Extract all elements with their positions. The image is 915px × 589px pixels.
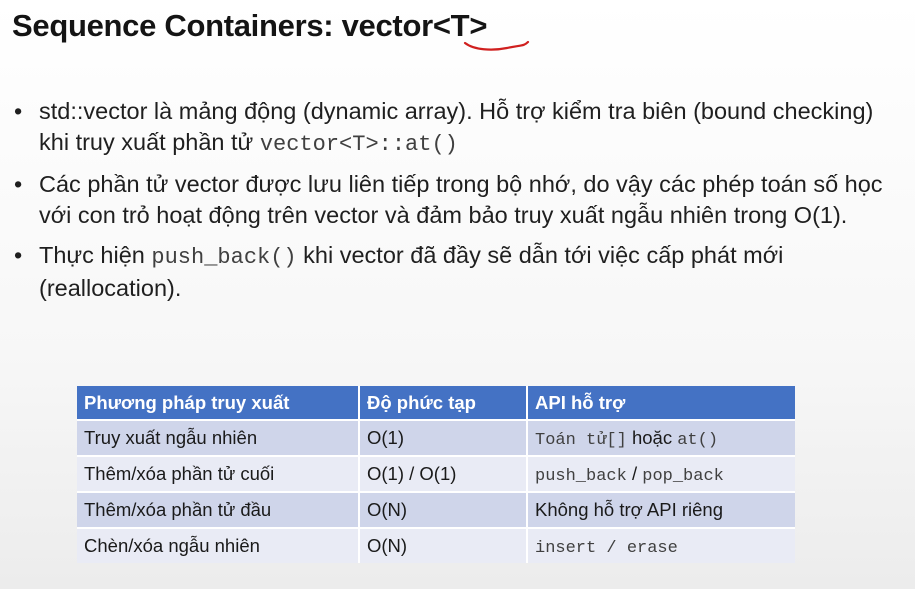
cell-api: Không hỗ trợ API riêng xyxy=(527,491,795,528)
bullet-list: • std::vector là mảng động (dynamic arra… xyxy=(14,96,899,313)
bullet-text: Các phần tử vector được lưu liên tiếp tr… xyxy=(39,171,883,228)
bullet-dot: • xyxy=(14,98,23,124)
cell-api: Toán tử[] hoặc at() xyxy=(527,419,795,456)
bullet-dot: • xyxy=(14,171,23,197)
cell-complexity: O(1) xyxy=(359,419,528,456)
table-row: Truy xuất ngẫu nhiên O(1) Toán tử[] hoặc… xyxy=(77,419,795,456)
bullet-text: Thực hiện xyxy=(39,242,152,268)
header-complexity: Độ phức tạp xyxy=(359,386,528,420)
table-header-row: Phương pháp truy xuất Độ phức tạp API hỗ… xyxy=(77,386,795,420)
api-code: insert / erase xyxy=(535,538,678,558)
title-text: Sequence Containers: vector xyxy=(12,8,433,43)
api-code: pop_back xyxy=(642,466,724,486)
cell-method: Truy xuất ngẫu nhiên xyxy=(77,419,360,456)
bullet-item: • Thực hiện push_back() khi vector đã đầ… xyxy=(14,240,899,304)
access-complexity-table: Phương pháp truy xuất Độ phức tạp API hỗ… xyxy=(77,386,795,563)
cell-method: Thêm/xóa phần tử đầu xyxy=(77,491,360,528)
header-api: API hỗ trợ xyxy=(527,386,795,420)
bullet-item: • Các phần tử vector được lưu liên tiếp … xyxy=(14,169,899,231)
bullet-item: • std::vector là mảng động (dynamic arra… xyxy=(14,96,899,160)
cell-method: Thêm/xóa phần tử cuối xyxy=(77,455,360,492)
table-row: Thêm/xóa phần tử cuối O(1) / O(1) push_b… xyxy=(77,455,795,492)
api-code: Toán tử[] xyxy=(535,430,627,450)
cell-complexity: O(N) xyxy=(359,527,528,563)
cell-method: Chèn/xóa ngẫu nhiên xyxy=(77,527,360,563)
header-method: Phương pháp truy xuất xyxy=(77,386,360,420)
bullet-code: vector<T>::at() xyxy=(259,132,458,157)
api-text: / xyxy=(626,462,643,484)
table-row: Chèn/xóa ngẫu nhiên O(N) insert / erase xyxy=(77,527,795,563)
cell-complexity: O(N) xyxy=(359,491,528,528)
table-row: Thêm/xóa phần tử đầu O(N) Không hỗ trợ A… xyxy=(77,491,795,528)
title-template-param: <T> xyxy=(432,8,488,43)
cell-api: insert / erase xyxy=(527,527,795,563)
api-text: Không hỗ trợ API riêng xyxy=(535,499,723,520)
cell-complexity: O(1) / O(1) xyxy=(359,455,528,492)
api-code: at() xyxy=(677,430,719,450)
bullet-dot: • xyxy=(14,242,23,268)
handwritten-underline xyxy=(463,40,530,51)
slide-title: Sequence Containers: vector<T> xyxy=(12,8,487,44)
api-text: hoặc xyxy=(626,426,678,448)
cell-api: push_back / pop_back xyxy=(527,455,795,492)
bullet-code: push_back() xyxy=(151,245,297,270)
api-code: push_back xyxy=(535,466,627,486)
